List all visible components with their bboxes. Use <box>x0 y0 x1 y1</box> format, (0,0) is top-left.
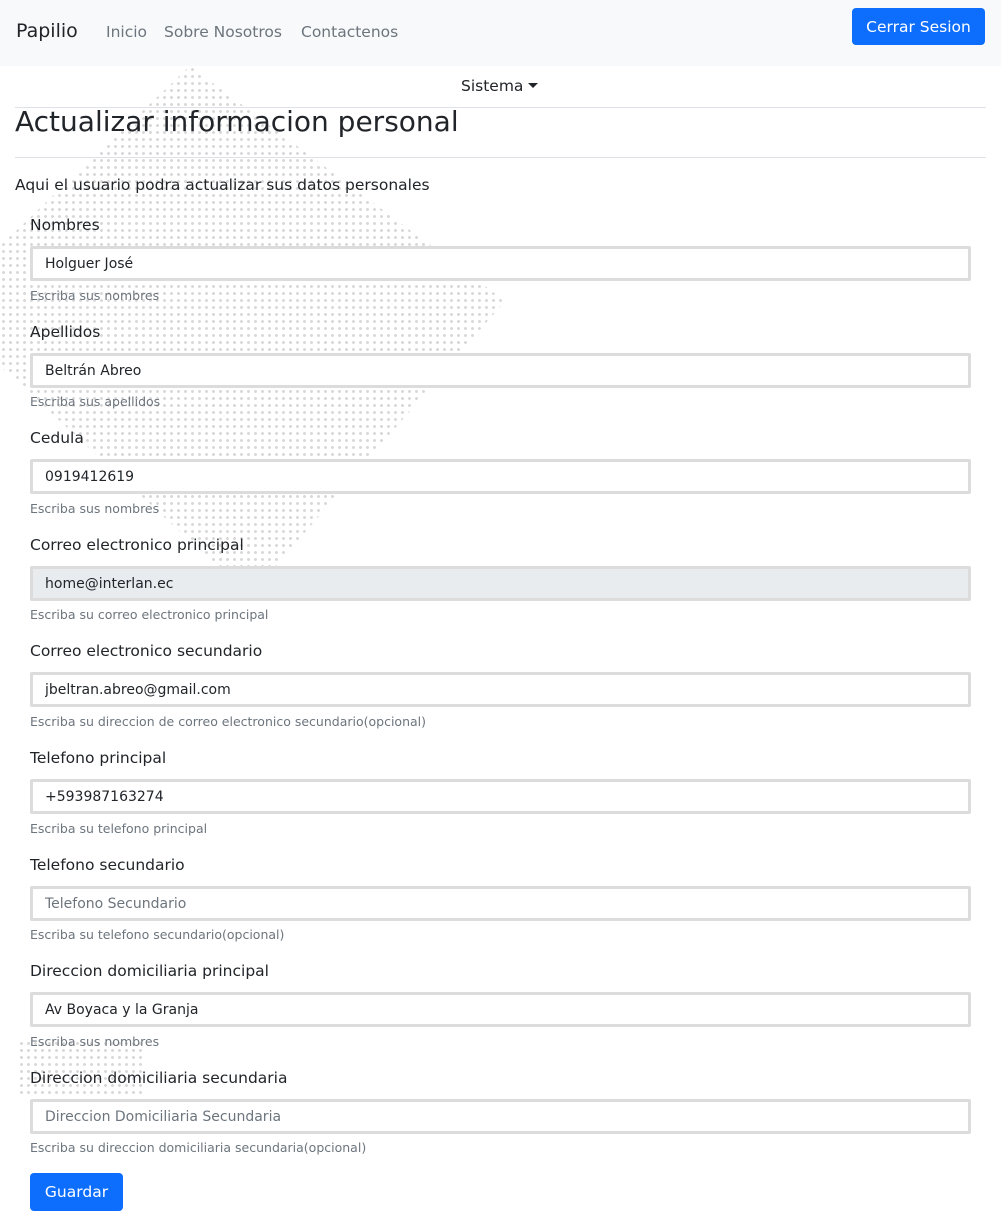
cedula-input[interactable] <box>30 459 971 494</box>
email-secondary-help: Escriba su direccion de correo electroni… <box>30 714 426 729</box>
email-primary-help: Escriba su correo electronico principal <box>30 607 269 622</box>
nav-link-sobre-nosotros[interactable]: Sobre Nosotros <box>164 23 282 41</box>
system-menu-label: Sistema <box>461 77 524 95</box>
email-primary-label: Correo electronico principal <box>30 536 244 554</box>
apellidos-input[interactable] <box>30 353 971 388</box>
email-primary-input[interactable] <box>30 566 971 601</box>
apellidos-label: Apellidos <box>30 323 101 341</box>
phone-secondary-input[interactable] <box>30 886 971 921</box>
phone-primary-help: Escriba su telefono principal <box>30 821 208 836</box>
address-secondary-input[interactable] <box>30 1099 971 1134</box>
nombres-label: Nombres <box>30 216 100 234</box>
save-button[interactable]: Guardar <box>30 1173 123 1211</box>
email-secondary-input[interactable] <box>30 672 971 707</box>
email-secondary-label: Correo electronico secundario <box>30 642 263 660</box>
brand-logo[interactable]: Papilio <box>16 20 78 42</box>
divider <box>15 157 986 158</box>
cedula-help: Escriba sus nombres <box>30 501 160 516</box>
page-subtitle: Aqui el usuario podra actualizar sus dat… <box>15 176 430 194</box>
address-primary-help: Escriba sus nombres <box>30 1034 160 1049</box>
caret-down-icon <box>528 83 539 88</box>
address-primary-input[interactable] <box>30 992 971 1027</box>
phone-primary-input[interactable] <box>30 779 971 814</box>
logout-button[interactable]: Cerrar Sesion <box>852 8 985 45</box>
system-menu-toggle[interactable]: Sistema <box>461 77 539 95</box>
address-secondary-help: Escriba su direccion domiciliaria secund… <box>30 1140 367 1155</box>
page-title: Actualizar informacion personal <box>15 105 459 138</box>
nombres-help: Escriba sus nombres <box>30 288 160 303</box>
cedula-label: Cedula <box>30 429 84 447</box>
nombres-input[interactable] <box>30 246 971 281</box>
apellidos-help: Escriba sus apellidos <box>30 394 161 409</box>
phone-primary-label: Telefono principal <box>30 749 167 767</box>
phone-secondary-help: Escriba su telefono secundario(opcional) <box>30 927 285 942</box>
address-primary-label: Direccion domiciliaria principal <box>30 962 269 980</box>
nav-link-inicio[interactable]: Inicio <box>106 23 147 41</box>
nav-link-contactenos[interactable]: Contactenos <box>301 23 398 41</box>
phone-secondary-label: Telefono secundario <box>30 856 185 874</box>
address-secondary-label: Direccion domiciliaria secundaria <box>30 1069 288 1087</box>
navbar: Papilio Inicio Sobre Nosotros Contacteno… <box>0 0 1001 66</box>
